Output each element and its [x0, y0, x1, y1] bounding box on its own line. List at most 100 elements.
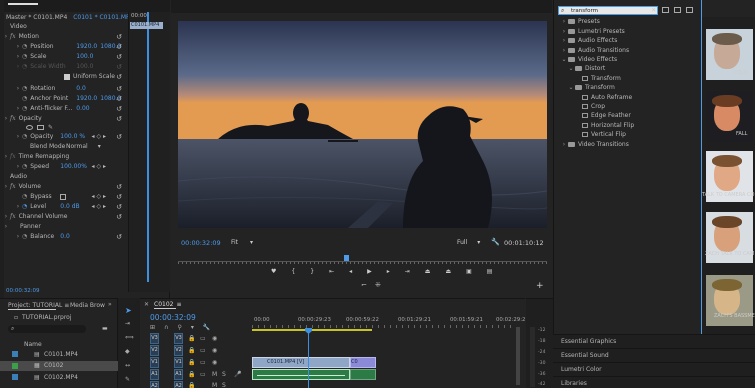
- opacity-value[interactable]: 100.0 %: [60, 133, 85, 140]
- blend-mode-select[interactable]: Normal: [66, 143, 88, 150]
- effects-tree-item[interactable]: › Audio Effects: [558, 36, 704, 46]
- lock-icon[interactable]: 🔒: [188, 359, 195, 366]
- pen-tool-icon[interactable]: ✎: [125, 376, 130, 383]
- active-clip-label[interactable]: C0101 * C0101.MP4: [73, 14, 133, 21]
- playhead-line[interactable]: [147, 12, 149, 282]
- keyframe-nav-icon[interactable]: ◂ ◇ ▸: [92, 193, 106, 200]
- reset-icon[interactable]: ↺: [116, 203, 122, 211]
- name-column-header[interactable]: Name: [24, 341, 42, 348]
- go-to-out-icon[interactable]: ⇥: [405, 268, 410, 278]
- effects-tree-item[interactable]: Edge Feather: [558, 111, 704, 121]
- razor-tool-icon[interactable]: ◆: [125, 348, 130, 355]
- keyframe-nav-icon[interactable]: ◂ ◇ ▸: [92, 203, 106, 210]
- anchor-x-value[interactable]: 1920.0: [76, 95, 100, 102]
- reset-icon[interactable]: ↺: [116, 105, 122, 113]
- stopwatch-icon[interactable]: ◔: [22, 193, 27, 200]
- libraries-panel[interactable]: Libraries: [553, 376, 755, 388]
- reset-icon[interactable]: ↺: [116, 73, 122, 81]
- sync-icon[interactable]: ▭: [200, 347, 206, 354]
- effects-tree-item[interactable]: Crop: [558, 102, 704, 112]
- fit-select[interactable]: Fit ▾: [231, 239, 253, 246]
- new-bin-icon[interactable]: ▬: [102, 325, 108, 332]
- reset-icon[interactable]: ↺: [116, 95, 122, 103]
- lift-icon[interactable]: ⏏: [425, 268, 431, 278]
- keyframe-nav-icon[interactable]: ◂ ◇ ▸: [92, 133, 106, 140]
- timeline-ruler[interactable]: 00:00 00:00:29:23 00:00:59:22 00:01:29:2…: [252, 317, 525, 331]
- stopwatch-icon[interactable]: ◔: [22, 203, 27, 210]
- scale-value[interactable]: 100.0: [76, 53, 93, 60]
- play-icon[interactable]: ▶: [367, 268, 372, 278]
- effects-tree-item[interactable]: Vertical Flip: [558, 130, 704, 140]
- linked-selection-icon[interactable]: ⚲: [177, 324, 181, 331]
- work-area-bar[interactable]: [252, 329, 372, 331]
- effects-search-input[interactable]: transform: [571, 8, 598, 14]
- program-timecode[interactable]: 00:00:32:09: [181, 239, 221, 247]
- eye-icon[interactable]: ◉: [212, 347, 217, 354]
- chevron-right-icon[interactable]: ›: [560, 18, 568, 25]
- wrench-icon[interactable]: 🔧: [491, 238, 500, 246]
- mark-in-icon[interactable]: {: [291, 268, 295, 278]
- playhead-line[interactable]: [308, 330, 309, 388]
- reset-icon[interactable]: ↺: [116, 115, 122, 123]
- settings-icon[interactable]: ⁜: [375, 281, 381, 289]
- solo-icon[interactable]: S: [222, 371, 226, 378]
- chevron-down-icon[interactable]: ▾: [98, 143, 101, 150]
- more-panels-icon[interactable]: »: [108, 301, 112, 308]
- track-label-v3[interactable]: V3: [174, 333, 183, 344]
- project-search-input[interactable]: ⌕: [8, 325, 86, 333]
- effects-tree-item[interactable]: › Audio Transitions: [558, 45, 704, 55]
- level-value[interactable]: 0.0 dB: [60, 203, 79, 210]
- effects-tree-item[interactable]: Auto Reframe: [558, 92, 704, 102]
- mini-clip-bar[interactable]: C0101.MP4: [130, 22, 163, 29]
- resolution-select[interactable]: Full ▾: [457, 239, 480, 246]
- position-x-value[interactable]: 1920.0: [76, 43, 100, 50]
- essential-graphics-panel[interactable]: Essential Graphics: [553, 334, 755, 347]
- mark-out-icon[interactable]: }: [310, 268, 314, 278]
- track-label-v1[interactable]: V1: [174, 357, 183, 368]
- timeline-vertical-scrollbar[interactable]: [516, 327, 520, 385]
- effects-search-field[interactable]: ⌕ transform: [558, 6, 658, 15]
- sync-icon[interactable]: ▭: [200, 371, 206, 378]
- video-clip[interactable]: C0101.MP4 [V]: [252, 357, 350, 368]
- close-icon[interactable]: ✕: [144, 301, 149, 308]
- sync-icon[interactable]: ▭: [200, 335, 206, 342]
- uniform-scale-checkbox[interactable]: [64, 73, 70, 80]
- lumetri-color-panel[interactable]: Lumetri Color: [553, 362, 755, 375]
- reset-icon[interactable]: ↺: [116, 213, 122, 221]
- uniform-scale-row[interactable]: Uniform Scale ↺: [0, 72, 128, 82]
- lock-icon[interactable]: 🔒: [188, 371, 195, 378]
- voice-over-icon[interactable]: 🎤: [234, 371, 241, 378]
- 32bit-effects-icon[interactable]: [674, 7, 681, 13]
- effects-tree-item[interactable]: Horizontal Flip: [558, 120, 704, 130]
- keyframe-nav-icon[interactable]: ◂ ◇ ▸: [92, 163, 106, 170]
- selection-tool-icon[interactable]: ➤: [125, 306, 132, 315]
- stopwatch-icon[interactable]: ◔: [22, 163, 27, 170]
- step-back-icon[interactable]: ◂: [349, 268, 352, 278]
- nest-icon[interactable]: ⊞: [150, 324, 155, 331]
- lock-icon[interactable]: 🔒: [188, 347, 195, 354]
- effect-controls-timecode[interactable]: 00:00:32:09: [6, 288, 40, 294]
- motion-row[interactable]: › fx Motion ↺: [0, 32, 128, 42]
- chevron-right-icon[interactable]: ›: [560, 28, 568, 35]
- reset-icon[interactable]: ↺: [116, 85, 122, 93]
- eye-icon[interactable]: ◉: [212, 359, 217, 366]
- bypass-checkbox[interactable]: [60, 193, 67, 200]
- add-marker-icon[interactable]: ▾: [191, 324, 194, 331]
- effects-tree-item[interactable]: ⌄ Transform: [558, 83, 704, 93]
- snap-icon[interactable]: ∩: [164, 324, 168, 331]
- anti-flicker-value[interactable]: 0.00: [76, 105, 89, 112]
- source-clip-selector[interactable]: Master * C0101.MP4 C0101 * C0101.MP4 ▾: [6, 14, 140, 21]
- add-button-icon[interactable]: +: [536, 281, 544, 291]
- effects-tree-item[interactable]: ⌄ Distort: [558, 64, 704, 74]
- ellipse-mask-icon[interactable]: [26, 125, 33, 131]
- reset-icon[interactable]: ↺: [116, 183, 122, 191]
- chevron-down-icon[interactable]: ⌄: [560, 56, 568, 63]
- time-remapping-row[interactable]: › fx Time Remapping: [0, 152, 128, 162]
- lock-icon[interactable]: 🔒: [188, 382, 195, 388]
- volume-row[interactable]: › fx Volume ↺: [0, 182, 128, 192]
- export-frame-icon[interactable]: ▣: [466, 268, 472, 278]
- effects-tree-item[interactable]: Transform: [558, 73, 704, 83]
- slip-tool-icon[interactable]: ↔: [125, 362, 130, 369]
- stopwatch-icon[interactable]: ◔: [22, 43, 27, 50]
- reset-icon[interactable]: ↺: [116, 33, 122, 41]
